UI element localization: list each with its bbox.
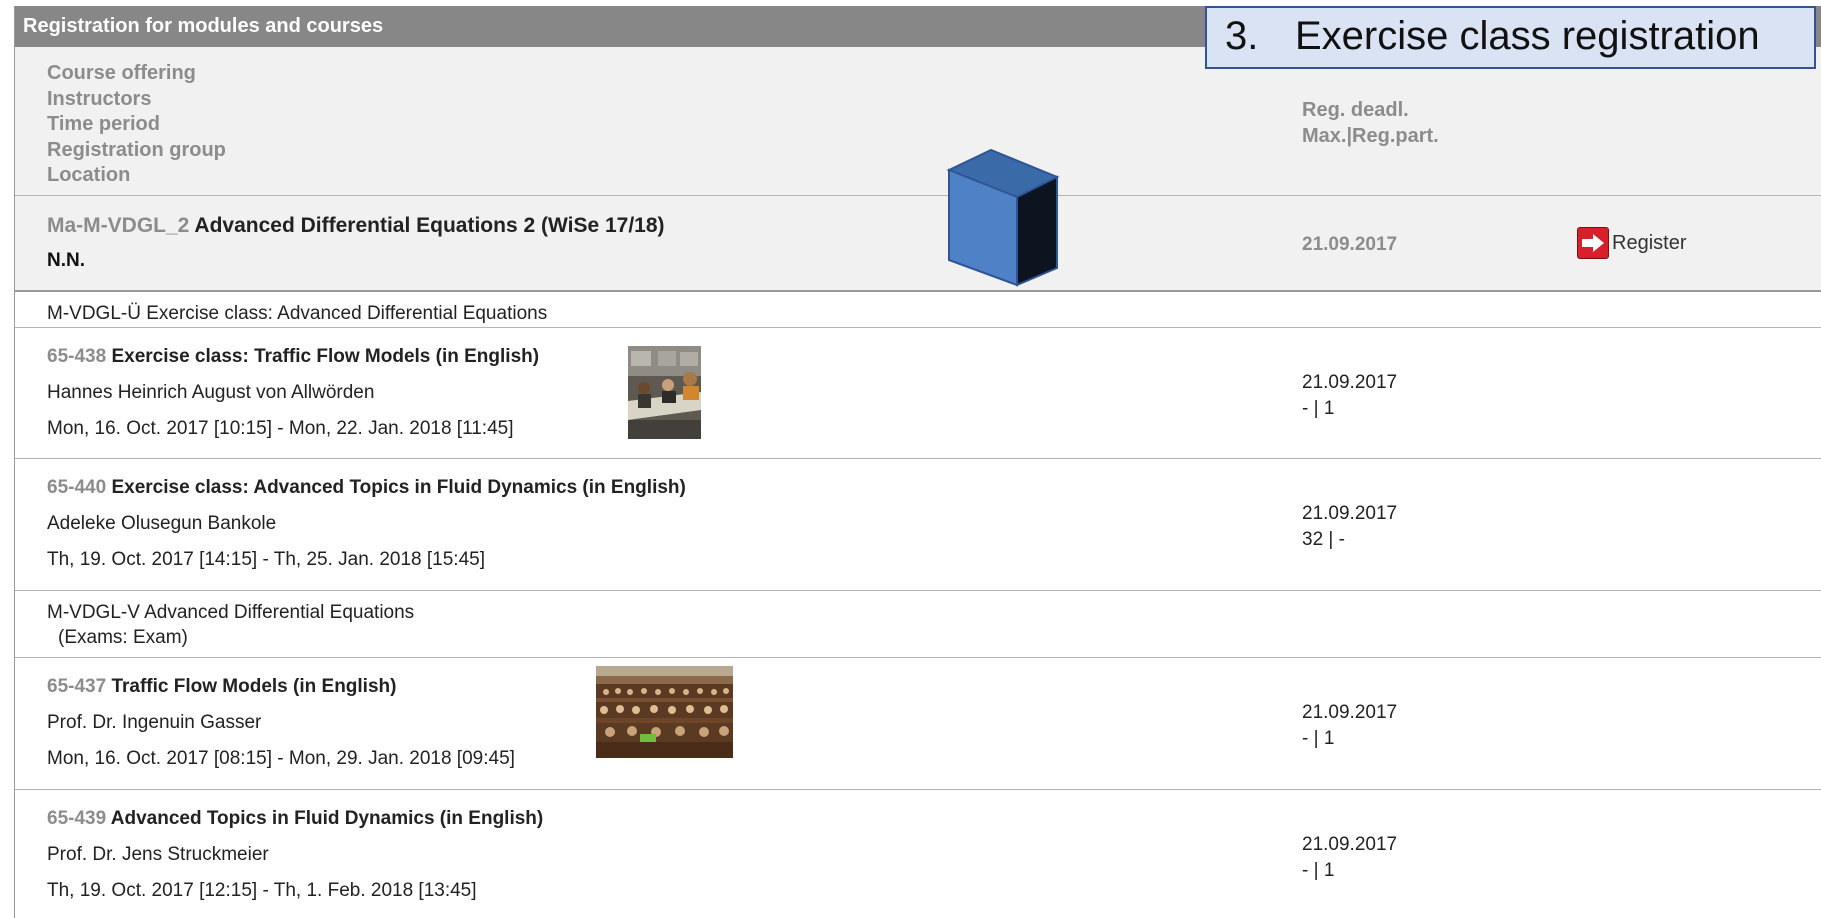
course-deadline: 21.09.2017: [1302, 503, 1398, 524]
arrow-right-icon: [1577, 227, 1609, 259]
course-code: 65-438: [47, 346, 107, 367]
course-time: Th, 19. Oct. 2017 [14:15] - Th, 25. Jan.…: [47, 549, 485, 570]
course-time: Mon, 16. Oct. 2017 [08:15] - Mon, 29. Ja…: [47, 748, 515, 769]
course-code: 65-440: [47, 477, 107, 498]
course-title-line: 65-438 Exercise class: Traffic Flow Mode…: [47, 346, 539, 368]
course-title-line: 65-439 Advanced Topics in Fluid Dynamics…: [47, 808, 543, 830]
course-row[interactable]: 65-439 Advanced Topics in Fluid Dynamics…: [15, 790, 1821, 918]
module-code: Ma-M-VDGL_2: [47, 214, 190, 237]
step-callout: 3. Exercise class registration: [1205, 6, 1816, 69]
course-title-line: 65-437 Traffic Flow Models (in English): [47, 676, 396, 698]
course-title[interactable]: Exercise class: Traffic Flow Models (in …: [111, 346, 539, 367]
course-deadline: 21.09.2017: [1302, 702, 1398, 723]
course-deadline: 21.09.2017: [1302, 834, 1398, 855]
course-title[interactable]: Exercise class: Advanced Topics in Fluid…: [111, 477, 685, 498]
header-left-labels: Course offering Instructors Time period …: [47, 61, 226, 189]
header-course-offering: Course offering: [47, 62, 196, 84]
course-registration-info: 21.09.2017 - | 1: [1302, 832, 1397, 884]
course-code: 65-437: [47, 676, 107, 697]
course-instructor: Adeleke Olusegun Bankole: [47, 513, 277, 534]
step-number: 3.: [1225, 14, 1259, 58]
course-participants: - | 1: [1302, 728, 1335, 749]
header-location: Location: [47, 164, 131, 186]
module-title-line: Ma-M-VDGL_2 Advanced Differential Equati…: [47, 214, 665, 238]
module-deadline: 21.09.2017: [1302, 234, 1398, 255]
course-title-line: 65-440 Exercise class: Advanced Topics i…: [47, 477, 686, 499]
course-time: Mon, 16. Oct. 2017 [10:15] - Mon, 22. Ja…: [47, 418, 514, 439]
course-title[interactable]: Traffic Flow Models (in English): [111, 676, 396, 697]
module-instructor: N.N.: [47, 250, 85, 271]
course-registration-info: 21.09.2017 - | 1: [1302, 700, 1397, 752]
course-time: Th, 19. Oct. 2017 [12:15] - Th, 1. Feb. …: [47, 880, 477, 901]
header-max-reg-part: Max.|Reg.part.: [1302, 124, 1439, 147]
course-participants: - | 1: [1302, 860, 1335, 881]
step-text: Exercise class registration: [1295, 14, 1760, 58]
course-instructor: Prof. Dr. Ingenuin Gasser: [47, 712, 262, 733]
course-row[interactable]: 65-438 Exercise class: Traffic Flow Mode…: [15, 328, 1821, 459]
section-label: M-VDGL-Ü Exercise class: Advanced Differ…: [47, 303, 548, 324]
course-row[interactable]: 65-437 Traffic Flow Models (in English) …: [15, 658, 1821, 790]
lecture-hall-photo: [596, 666, 733, 758]
classroom-photo: [628, 346, 701, 439]
course-title[interactable]: Advanced Topics in Fluid Dynamics (in En…: [111, 808, 543, 829]
header-time-period: Time period: [47, 113, 160, 135]
course-registration-info: 21.09.2017 32 | -: [1302, 501, 1397, 553]
section-label-line2: (Exams: Exam): [58, 627, 188, 648]
header-right-labels: Reg. deadl. Max.|Reg.part.: [1302, 98, 1439, 149]
section-row-exercise: M-VDGL-Ü Exercise class: Advanced Differ…: [15, 292, 1821, 328]
course-registration-info: 21.09.2017 - | 1: [1302, 370, 1397, 422]
module-row: Ma-M-VDGL_2 Advanced Differential Equati…: [15, 196, 1821, 292]
section-row-lecture: M-VDGL-V Advanced Differential Equations…: [15, 591, 1821, 658]
register-label: Register: [1612, 231, 1687, 254]
course-code: 65-439: [47, 808, 107, 829]
header-registration-group: Registration group: [47, 138, 226, 161]
module-title: Advanced Differential Equations 2 (WiSe …: [194, 214, 665, 237]
section-label-line1: M-VDGL-V Advanced Differential Equations: [47, 602, 415, 623]
register-button[interactable]: Register: [1577, 227, 1686, 259]
course-instructor: Hannes Heinrich August von Allwörden: [47, 382, 375, 403]
course-instructor: Prof. Dr. Jens Struckmeier: [47, 844, 269, 865]
header-instructors: Instructors: [47, 87, 152, 110]
registration-panel: Registration for modules and courses Cou…: [14, 6, 1821, 918]
course-participants: - | 1: [1302, 398, 1335, 419]
section-label: M-VDGL-V Advanced Differential Equations…: [47, 600, 414, 650]
cube-shape: [945, 148, 1061, 294]
table-header: Course offering Instructors Time period …: [15, 47, 1821, 196]
course-participants: 32 | -: [1302, 529, 1345, 550]
course-row[interactable]: 65-440 Exercise class: Advanced Topics i…: [15, 459, 1821, 591]
course-deadline: 21.09.2017: [1302, 372, 1398, 393]
header-reg-deadline: Reg. deadl.: [1302, 99, 1409, 121]
